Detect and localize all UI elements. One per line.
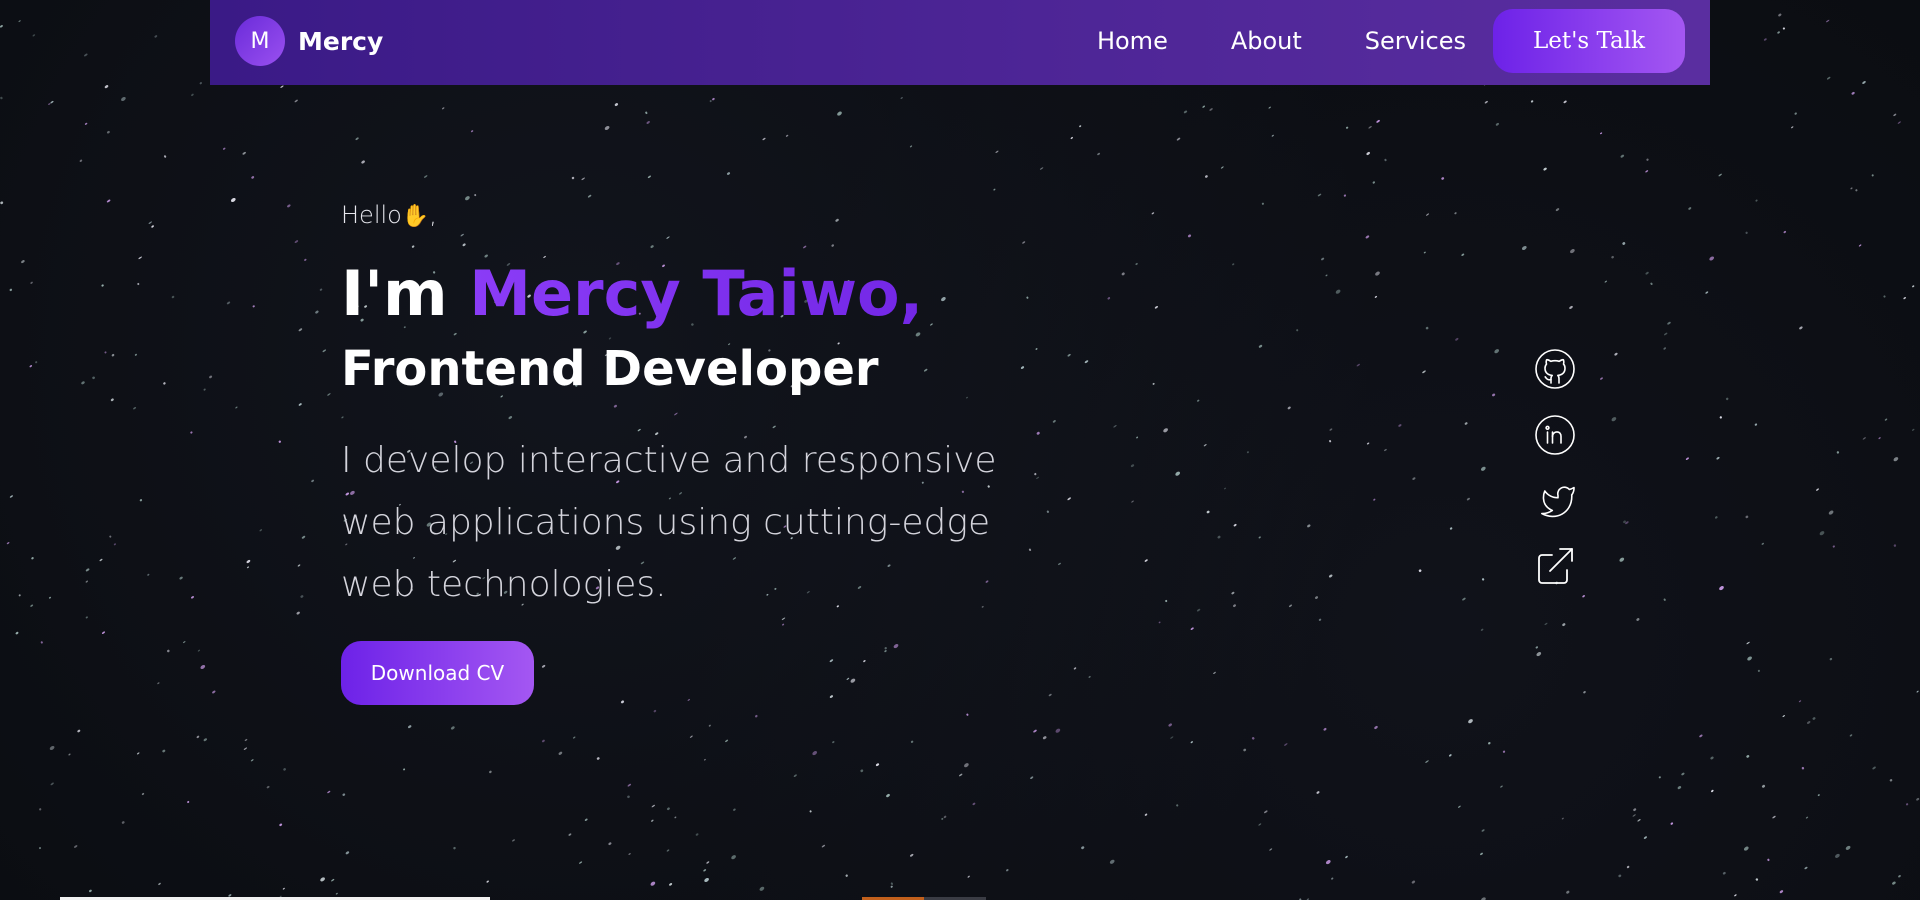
nav-links: Home About Services Let's Talk — [1097, 9, 1685, 73]
twitter-icon — [1541, 486, 1575, 518]
twitter-link[interactable] — [1533, 479, 1577, 523]
linkedin-icon — [1535, 415, 1575, 455]
nav-link-about[interactable]: About — [1231, 27, 1302, 55]
greeting-suffix: , — [429, 201, 437, 229]
greeting: Hello✋, — [341, 198, 1061, 232]
hero-section: Hello✋, I'm Mercy Taiwo, Frontend Develo… — [341, 198, 1061, 705]
github-link[interactable] — [1533, 347, 1577, 391]
linkedin-link[interactable] — [1533, 413, 1577, 457]
hero-role: Frontend Developer — [341, 341, 879, 397]
headline-prefix: I'm — [341, 257, 470, 330]
download-cv-button[interactable]: Download CV — [341, 641, 534, 705]
hero-headline: I'm Mercy Taiwo, — [341, 258, 1061, 330]
navbar: M Mercy Home About Services Let's Talk — [210, 0, 1710, 85]
hero-description: I develop interactive and responsive web… — [341, 440, 997, 605]
brand-name[interactable]: Mercy — [298, 27, 383, 56]
nav-link-services[interactable]: Services — [1365, 27, 1466, 55]
waving-hand-icon: ✋ — [401, 204, 430, 229]
github-icon — [1535, 349, 1575, 389]
hero-name: Mercy Taiwo, — [469, 257, 924, 330]
brand-logo[interactable]: M — [235, 16, 285, 66]
external-link[interactable] — [1533, 545, 1577, 589]
greeting-text: Hello — [341, 201, 402, 229]
external-link-icon — [1538, 548, 1573, 584]
social-links — [1533, 347, 1577, 611]
lets-talk-button[interactable]: Let's Talk — [1493, 9, 1685, 73]
page-root: M Mercy Home About Services Let's Talk H… — [0, 0, 1920, 900]
brand[interactable]: M Mercy — [235, 16, 383, 66]
nav-link-home[interactable]: Home — [1097, 27, 1168, 55]
